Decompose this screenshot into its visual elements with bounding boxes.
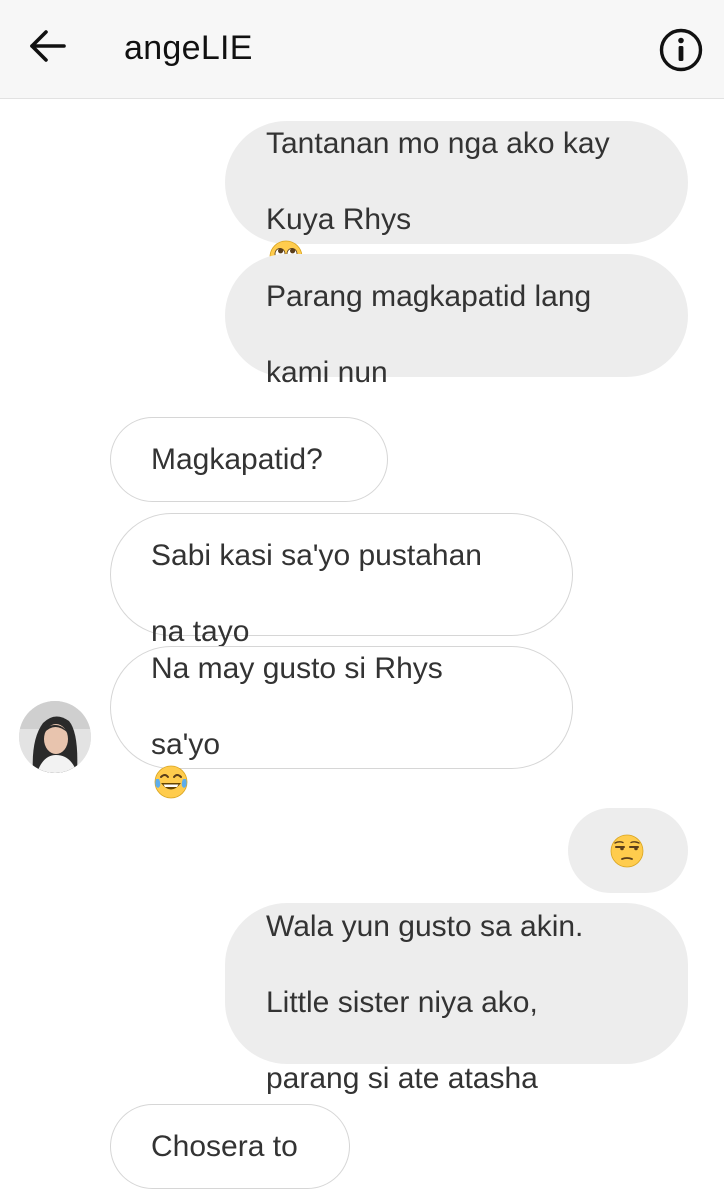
message-line: Little sister niya ako, [266, 985, 538, 1019]
message-bubble-received[interactable]: Chosera to [110, 1104, 350, 1189]
message-bubble-sent[interactable] [568, 808, 688, 893]
message-line: Parang magkapatid lang [266, 279, 592, 313]
message-text: Wala yun gusto sa akin. Little sister ni… [266, 870, 583, 1098]
back-button[interactable] [26, 24, 70, 68]
arrow-left-icon [30, 30, 66, 62]
messenger-chat-screen: angeLIE Tantanan mo nga ako kay Kuya Rhy… [0, 0, 724, 1200]
message-line: Tantanan mo nga ako kay [266, 126, 610, 160]
message-line: Kuya Rhys [266, 202, 412, 236]
message-line: Wala yun gusto sa akin. [266, 909, 584, 943]
contact-name[interactable]: angeLIE [124, 29, 253, 68]
message-line: kami nun [266, 355, 388, 389]
message-line: sa'yo [151, 727, 221, 761]
message-bubble-sent[interactable]: Tantanan mo nga ako kay Kuya Rhys [225, 121, 688, 273]
message-bubble-received[interactable]: Magkapatid? [110, 417, 388, 502]
message-bubble-received[interactable]: Na may gusto si Rhys sa'yo [110, 646, 573, 798]
tears-of-joy-emoji-icon [154, 765, 188, 798]
contact-avatar[interactable] [19, 701, 91, 773]
message-line: Magkapatid? [151, 442, 323, 476]
unamused-face-emoji-icon [610, 834, 644, 867]
message-line: Sabi kasi sa'yo pustahan [151, 538, 482, 572]
info-circle-icon [659, 28, 703, 72]
message-text: Na may gusto si Rhys sa'yo [151, 612, 443, 804]
message-line: Chosera to [151, 1129, 298, 1163]
avatar-photo [19, 701, 91, 773]
info-button[interactable] [658, 27, 704, 73]
message-bubble-sent[interactable]: Wala yun gusto sa akin. Little sister ni… [225, 903, 688, 1095]
chat-header: angeLIE [0, 0, 724, 99]
message-line: Na may gusto si Rhys [151, 651, 443, 685]
message-text: Parang magkapatid lang kami nun [266, 240, 591, 392]
message-line: parang si ate atasha [266, 1061, 538, 1095]
message-bubble-sent[interactable]: Parang magkapatid lang kami nun [225, 254, 688, 389]
